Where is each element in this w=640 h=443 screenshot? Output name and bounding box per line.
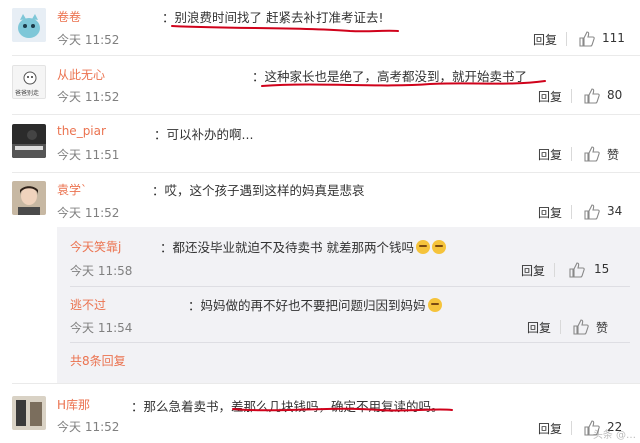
watermark: 头条 @… (592, 430, 636, 441)
comment-text: ：可以补办的啊... (154, 127, 254, 142)
comment-author[interactable]: 卷卷 (57, 8, 81, 25)
comment-text: ：哎，这个孩子遇到这样的妈真是悲哀 (152, 183, 365, 198)
comment-author[interactable]: 从此无心 (57, 66, 105, 83)
avatar[interactable] (12, 8, 46, 42)
thumbs-up-icon[interactable] (573, 319, 589, 335)
comment-author[interactable]: the_piar (57, 124, 106, 138)
avatar-image (12, 124, 46, 158)
avatar-caption: 爸爸别走 (15, 90, 40, 97)
comment-2: 爸爸别走 从此无心 ：这种家长也是绝了，高考都没到，就开始卖书了 今天 11:5… (0, 56, 640, 114)
avatar-image (12, 396, 46, 430)
avatar[interactable] (12, 396, 46, 430)
comment-time: 今天 11:52 (57, 420, 120, 434)
like-count: 80 (607, 88, 623, 102)
comment-text: ：都还没毕业就迫不及待卖书 就差那两个钱吗 (160, 237, 446, 256)
reply-button[interactable]: 回复 (538, 204, 562, 221)
avatar[interactable]: 爸爸别走 (12, 65, 46, 99)
comment-text: ：那么急着卖书，差那么几块钱吗，确定不用复读的吗。 (131, 399, 444, 414)
comment-author[interactable]: H库那 (57, 396, 90, 413)
emoji-icon (427, 298, 442, 312)
like-count: 34 (607, 204, 623, 218)
reply-button[interactable]: 回复 (538, 88, 562, 105)
comment-time: 今天 11:51 (57, 148, 120, 162)
comment-1: 卷卷 ：别浪费时间找了 赶紧去补打准考证去! 今天 11:52 回复 111 (0, 0, 640, 55)
emoji-icon (415, 240, 430, 254)
thumbs-up-icon[interactable] (584, 146, 600, 162)
thumbs-up-icon[interactable] (584, 204, 600, 220)
comment-time: 今天 11:52 (57, 33, 120, 47)
emoji-icon (431, 240, 446, 254)
divider (70, 342, 630, 343)
comment-5: H库那 ：那么急着卖书，差那么几块钱吗，确定不用复读的吗。 今天 11:52 回… (0, 384, 640, 443)
divider (571, 205, 572, 219)
avatar-image (12, 181, 46, 215)
divider (566, 32, 567, 46)
divider (554, 263, 555, 277)
view-more-replies-link[interactable]: 共8条回复 (70, 352, 126, 369)
comment-3: the_piar ：可以补办的啊... 今天 11:51 回复 赞 (0, 115, 640, 172)
divider (571, 421, 572, 435)
comment-text: ：妈妈做的再不好也不要把问题归因到妈妈 (188, 295, 442, 314)
reply-button[interactable]: 回复 (538, 146, 562, 163)
reply-button[interactable]: 回复 (527, 319, 551, 336)
comment-text: ：别浪费时间找了 赶紧去补打准考证去! (162, 10, 384, 25)
like-count: 赞 (596, 321, 609, 335)
divider (571, 89, 572, 103)
like-count: 15 (594, 262, 610, 276)
divider (571, 147, 572, 161)
comment-time: 今天 11:54 (70, 321, 133, 335)
avatar[interactable] (12, 124, 46, 158)
avatar-image (12, 8, 46, 42)
like-count: 111 (602, 31, 625, 45)
comment-time: 今天 11:52 (57, 90, 120, 104)
comment-author[interactable]: 今天笑靠j (70, 238, 121, 255)
reply-button[interactable]: 回复 (538, 420, 562, 437)
divider (560, 320, 561, 334)
subcomment-1: 今天笑靠j ：都还没毕业就迫不及待卖书 就差那两个钱吗 今天 11:58 回复 … (0, 227, 640, 287)
thumbs-up-icon[interactable] (579, 31, 595, 47)
subcomment-2: 逃不过 ：妈妈做的再不好也不要把问题归因到妈妈 今天 11:54 回复 赞 (0, 287, 640, 343)
comment-4: 袁学` ：哎，这个孩子遇到这样的妈真是悲哀 今天 11:52 回复 34 (0, 173, 640, 227)
thumbs-up-icon[interactable] (569, 262, 585, 278)
thumbs-up-icon[interactable] (584, 88, 600, 104)
comment-text: ：这种家长也是绝了，高考都没到，就开始卖书了 (252, 69, 528, 84)
comment-time: 今天 11:52 (57, 206, 120, 220)
reply-button[interactable]: 回复 (533, 31, 557, 48)
comment-time: 今天 11:58 (70, 264, 133, 278)
reply-button[interactable]: 回复 (521, 262, 545, 279)
comment-author[interactable]: 袁学` (57, 181, 87, 198)
avatar[interactable] (12, 181, 46, 215)
comment-author[interactable]: 逃不过 (70, 296, 106, 313)
like-count: 赞 (607, 148, 620, 162)
